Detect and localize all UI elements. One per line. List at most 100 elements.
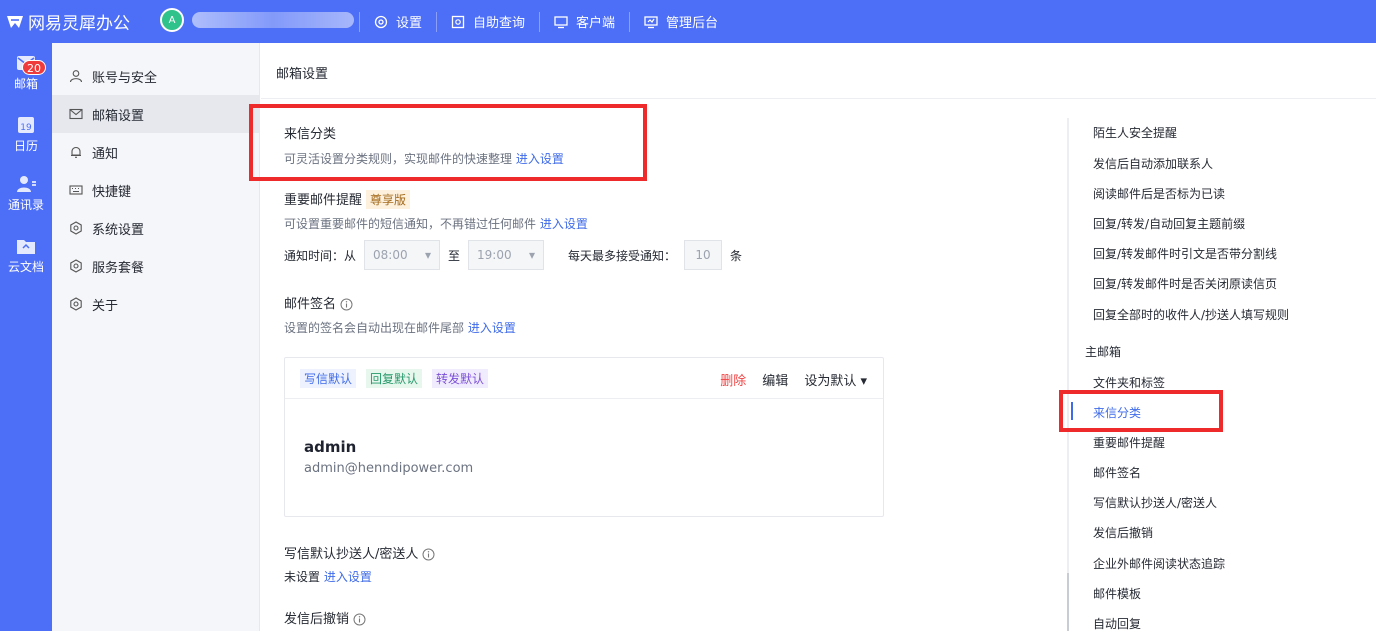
toc-item[interactable]: 重要邮件提醒 — [1093, 434, 1165, 451]
toc-item[interactable]: 陌生人安全提醒 — [1093, 124, 1177, 141]
keyboard-icon — [69, 185, 83, 195]
nav-settings[interactable]: 设置 — [359, 11, 436, 32]
toc-track — [1067, 118, 1069, 631]
tag-compose-default: 写信默认 — [300, 368, 357, 388]
cc-desc: 未设置 进入设置 — [284, 568, 372, 585]
important-settings-link[interactable]: 进入设置 — [540, 217, 588, 231]
important-title-text: 重要邮件提醒 — [284, 193, 363, 208]
info-icon[interactable] — [340, 298, 353, 311]
menu-shortcuts[interactable]: 快捷键 — [52, 171, 260, 209]
toc-item[interactable]: 写信默认抄送人/密送人 — [1093, 494, 1217, 511]
signature-card-header: 写信默认 回复默认 转发默认 删除 编辑 设为默认 ▾ — [285, 358, 883, 399]
recall-title: 发信后撤销 — [284, 608, 366, 627]
menu-account-security-label: 账号与安全 — [92, 70, 158, 86]
avatar[interactable]: A — [160, 8, 184, 32]
toc-item[interactable]: 企业外邮件阅读状态追踪 — [1093, 555, 1225, 572]
toc-item[interactable]: 回复/转发邮件时是否关闭原读信页 — [1093, 275, 1277, 292]
menu-service-plan[interactable]: 服务套餐 — [52, 247, 260, 285]
notify-to-value: 19:00 — [477, 248, 512, 262]
important-title: 重要邮件提醒 尊享版 — [284, 189, 411, 209]
menu-notifications[interactable]: 通知 — [52, 133, 260, 171]
app-rail: 邮箱 20 19 日历 通讯录 云文档 — [0, 43, 52, 631]
nav-self-query-label: 自助查询 — [473, 16, 526, 31]
menu-about[interactable]: 关于 — [52, 285, 260, 323]
nav-client[interactable]: 客户端 — [539, 11, 629, 32]
signature-email: admin@henndipower.com — [304, 461, 474, 476]
brand-logo-icon — [7, 15, 23, 28]
account-switcher[interactable]: A — [160, 8, 354, 32]
top-bar: 网易灵犀办公 A 设置 自助查询 客户端 管理后台 — [0, 0, 1376, 43]
notify-to-select[interactable]: 19:00 ▾ — [468, 240, 545, 270]
edit-button[interactable]: 编辑 — [762, 370, 788, 389]
signature-desc: 设置的签名会自动出现在邮件尾部 进入设置 — [284, 319, 516, 336]
menu-mailbox-settings-label: 邮箱设置 — [92, 108, 145, 124]
info-icon[interactable] — [353, 613, 366, 626]
highlight-box-toc — [1059, 390, 1223, 432]
page-title: 邮箱设置 — [276, 67, 329, 82]
signature-title-text: 邮件签名 — [284, 297, 337, 312]
nav-admin[interactable]: 管理后台 — [629, 11, 732, 32]
notify-from-select[interactable]: 08:00 ▾ — [364, 240, 441, 270]
signature-card: 写信默认 回复默认 转发默认 删除 编辑 设为默认 ▾ admin admin@… — [284, 357, 884, 517]
rail-contacts[interactable]: 通讯录 — [0, 174, 52, 213]
vip-badge: 尊享版 — [366, 190, 411, 209]
menu-system-settings-label: 系统设置 — [92, 222, 145, 238]
menu-system-settings[interactable]: 系统设置 — [52, 209, 260, 247]
notify-max-input[interactable]: 10 — [684, 240, 723, 270]
menu-notifications-label: 通知 — [92, 146, 119, 162]
toc-scroll-thumb[interactable] — [1067, 573, 1069, 631]
toc-item[interactable]: 文件夹和标签 — [1093, 374, 1165, 391]
tag-reply-default: 回复默认 — [366, 368, 423, 388]
cc-desc-text: 未设置 — [284, 570, 321, 584]
toc-item[interactable]: 发信后自动添加联系人 — [1093, 155, 1213, 172]
notify-time-label: 通知时间：从 — [284, 248, 357, 263]
contacts-icon — [17, 176, 36, 192]
nav-settings-label: 设置 — [396, 16, 423, 31]
admin-icon — [644, 15, 658, 28]
menu-mailbox-settings[interactable]: 邮箱设置 — [52, 95, 260, 133]
caret-down-icon: ▾ — [860, 374, 867, 389]
calendar-day: 19 — [20, 123, 32, 133]
rail-calendar[interactable]: 19 日历 — [0, 115, 52, 154]
calendar-icon: 19 — [18, 117, 34, 133]
menu-service-plan-label: 服务套餐 — [92, 260, 145, 276]
toc-item[interactable]: 回复/转发邮件时引文是否带分割线 — [1093, 245, 1277, 262]
toc-item[interactable]: 自动回复 — [1093, 615, 1141, 632]
bell-icon — [71, 146, 81, 158]
settings-icon — [374, 15, 388, 28]
chevron-down-icon: ▾ — [529, 248, 536, 262]
settings-menu: 账号与安全 邮箱设置 通知 快捷键 系统设置 服务套餐 关于 — [52, 43, 260, 631]
signature-title: 邮件签名 — [284, 293, 353, 312]
toc-item[interactable]: 发信后撤销 — [1093, 524, 1153, 541]
cc-settings-link[interactable]: 进入设置 — [324, 570, 372, 584]
toc-item[interactable]: 回复全部时的收件人/抄送人填写规则 — [1093, 306, 1289, 323]
toc-item[interactable]: 邮件模板 — [1093, 585, 1141, 602]
signature-desc-text: 设置的签名会自动出现在邮件尾部 — [284, 321, 465, 335]
brand[interactable]: 网易灵犀办公 — [0, 0, 130, 43]
toc-item[interactable]: 阅读邮件后是否标为已读 — [1093, 185, 1225, 202]
notify-max-unit: 条 — [730, 248, 743, 263]
important-desc: 可设置重要邮件的短信通知，不再错过任何邮件 进入设置 — [284, 215, 588, 232]
notify-to-label: 至 — [448, 248, 461, 263]
signature-name: admin — [304, 438, 357, 456]
envelope-icon — [69, 108, 83, 120]
set-default-dropdown[interactable]: 设为默认 ▾ — [804, 370, 867, 389]
self-query-icon — [451, 15, 465, 28]
top-nav: 设置 自助查询 客户端 管理后台 — [359, 0, 732, 43]
rail-docs[interactable]: 云文档 — [0, 236, 52, 275]
client-icon — [554, 15, 568, 28]
signature-settings-link[interactable]: 进入设置 — [468, 321, 516, 335]
info-icon[interactable] — [422, 548, 435, 561]
rail-calendar-label: 日历 — [13, 139, 38, 153]
header-divider — [261, 98, 1376, 99]
menu-account-security[interactable]: 账号与安全 — [52, 57, 260, 95]
signature-actions: 删除 编辑 设为默认 ▾ — [720, 370, 867, 389]
toc-item[interactable]: 邮件签名 — [1093, 464, 1141, 481]
rail-mail[interactable]: 邮箱 20 — [0, 53, 52, 92]
nav-admin-label: 管理后台 — [666, 16, 719, 31]
toc-item[interactable]: 回复/转发/自动回复主题前缀 — [1093, 215, 1245, 232]
delete-button[interactable]: 删除 — [720, 370, 746, 389]
nav-self-query[interactable]: 自助查询 — [436, 11, 539, 32]
tag-forward-default: 转发默认 — [432, 368, 489, 388]
unread-badge: 20 — [22, 60, 46, 75]
